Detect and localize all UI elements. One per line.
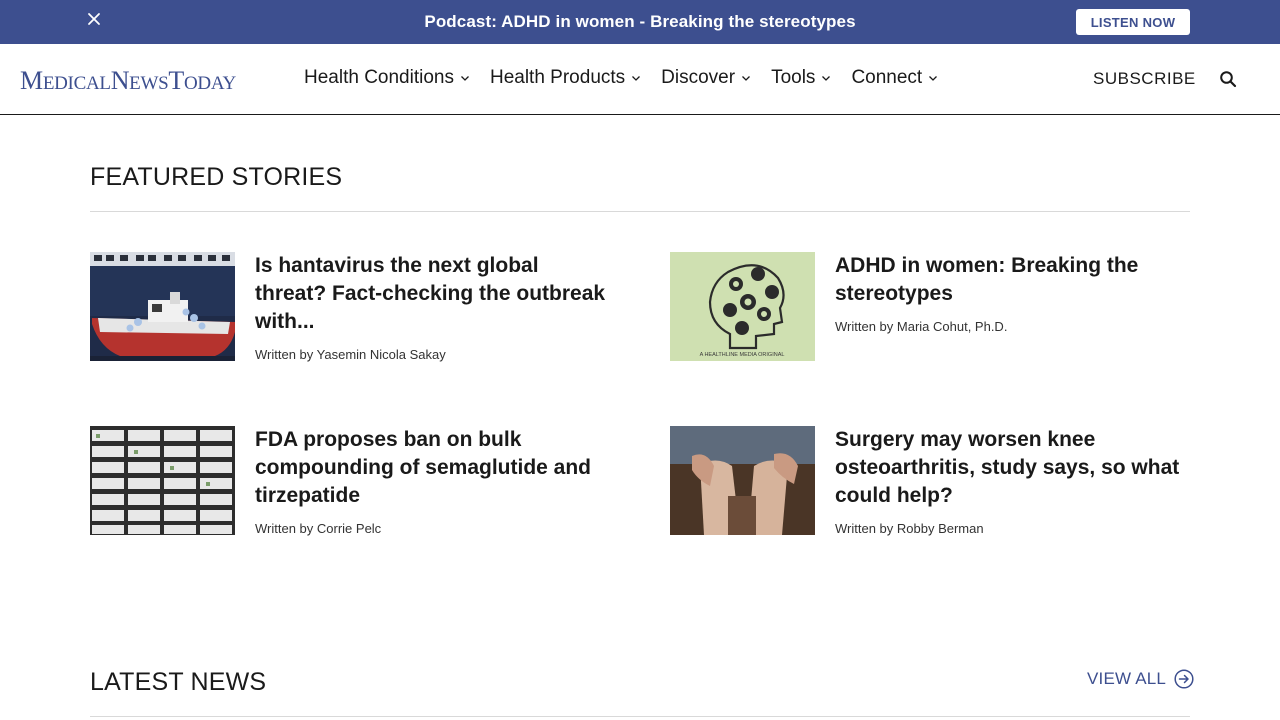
nav-item-connect[interactable]: Connect [851,67,938,89]
listen-now-button[interactable]: LISTEN NOW [1076,9,1190,35]
featured-stories-heading: FEATURED STORIES [90,163,343,191]
story-headline[interactable]: Is hantavirus the next global threat? Fa… [255,252,610,336]
story-byline: Written by Yasemin Nicola Sakay [255,347,446,362]
subscribe-link[interactable]: SUBSCRIBE [1093,69,1196,89]
story-thumbnail[interactable]: A HEALTHLINE MEDIA ORIGINAL [670,252,815,361]
nav-item-health-conditions[interactable]: Health Conditions [304,67,470,89]
view-all-label: VIEW ALL [1087,669,1167,688]
view-all-link[interactable]: VIEW ALL [1087,669,1194,689]
section-divider [90,211,1190,212]
chevron-down-icon [632,76,641,81]
story-headline[interactable]: FDA proposes ban on bulk compounding of … [255,426,610,510]
story-thumbnail[interactable] [90,426,235,535]
story-thumbnail[interactable] [670,426,815,535]
nav-item-tools[interactable]: Tools [771,67,831,89]
arrow-right-circle-icon [1174,669,1194,689]
promo-banner: Podcast: ADHD in women - Breaking the st… [0,0,1280,44]
site-logo[interactable]: MEDICALNEWSTODAY [20,66,236,96]
section-divider [90,716,1190,717]
latest-news-heading: LATEST NEWS [90,668,267,696]
chevron-down-icon [822,76,831,81]
story-card: A HEALTHLINE MEDIA ORIGINAL ADHD in wome… [670,252,1190,362]
story-headline[interactable]: ADHD in women: Breaking the stereotypes [835,252,1190,308]
search-icon[interactable] [1219,70,1237,88]
story-headline[interactable]: Surgery may worsen knee osteoarthritis, … [835,426,1190,510]
main-nav: Health Conditions Health Products Discov… [304,67,958,89]
site-header: MEDICALNEWSTODAY Health Conditions Healt… [0,44,1280,115]
story-byline: Written by Corrie Pelc [255,521,382,536]
chevron-down-icon [461,76,469,81]
story-card: FDA proposes ban on bulk compounding of … [90,426,610,536]
story-card: Surgery may worsen knee osteoarthritis, … [670,426,1190,536]
chevron-down-icon [929,76,938,81]
chevron-down-icon [742,76,751,81]
story-card: Is hantavirus the next global threat? Fa… [90,252,610,362]
thumbnail-caption: A HEALTHLINE MEDIA ORIGINAL [700,352,785,358]
nav-item-health-products[interactable]: Health Products [490,67,641,89]
story-thumbnail[interactable] [90,252,235,361]
story-byline: Written by Maria Cohut, Ph.D. [835,319,1008,334]
story-byline: Written by Robby Berman [835,521,984,536]
nav-item-discover[interactable]: Discover [661,67,751,89]
